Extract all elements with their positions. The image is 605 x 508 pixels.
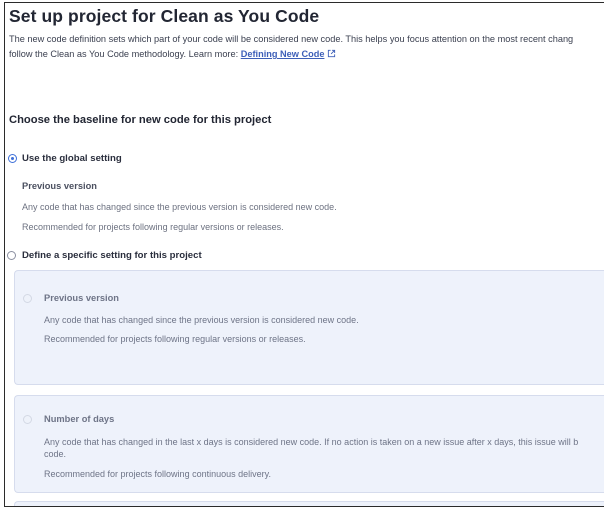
previous-version-radio[interactable] <box>23 294 32 303</box>
link-label: Defining New Code <box>240 49 325 59</box>
global-setting-radio[interactable] <box>8 154 17 163</box>
number-of-days-option-card[interactable]: Number of days Any code that has changed… <box>14 395 604 493</box>
previous-version-note: Recommended for projects following regul… <box>44 334 306 344</box>
global-setting-label[interactable]: Use the global setting <box>22 153 122 164</box>
baseline-heading: Choose the baseline for new code for thi… <box>9 114 272 126</box>
description-line-1: The new code definition sets which part … <box>9 34 574 44</box>
global-detail-note: Recommended for projects following regul… <box>22 222 284 232</box>
global-detail-text: Any code that has changed since the prev… <box>22 202 337 212</box>
previous-version-text: Any code that has changed since the prev… <box>44 315 359 325</box>
description-line-2: follow the Clean as You Code methodology… <box>9 49 336 59</box>
page-title: Set up project for Clean as You Code <box>9 6 320 26</box>
number-of-days-text: Any code that has changed in the last x … <box>44 437 579 447</box>
next-option-card[interactable] <box>14 501 604 506</box>
global-detail-title: Previous version <box>22 181 97 191</box>
number-of-days-text-cont: code. <box>44 449 67 459</box>
previous-version-option-card[interactable]: Previous version Any code that has chang… <box>14 270 604 385</box>
number-of-days-title: Number of days <box>44 414 115 424</box>
description-text: follow the Clean as You Code methodology… <box>9 49 241 59</box>
defining-new-code-link[interactable]: Defining New Code <box>241 49 337 59</box>
number-of-days-radio[interactable] <box>23 415 32 424</box>
number-of-days-note: Recommended for projects following conti… <box>44 469 271 479</box>
specific-setting-radio[interactable] <box>7 251 16 260</box>
external-link-icon <box>328 49 336 58</box>
specific-setting-label[interactable]: Define a specific setting for this proje… <box>22 250 202 261</box>
setup-page: Set up project for Clean as You Code The… <box>4 2 604 507</box>
previous-version-title: Previous version <box>44 293 119 303</box>
